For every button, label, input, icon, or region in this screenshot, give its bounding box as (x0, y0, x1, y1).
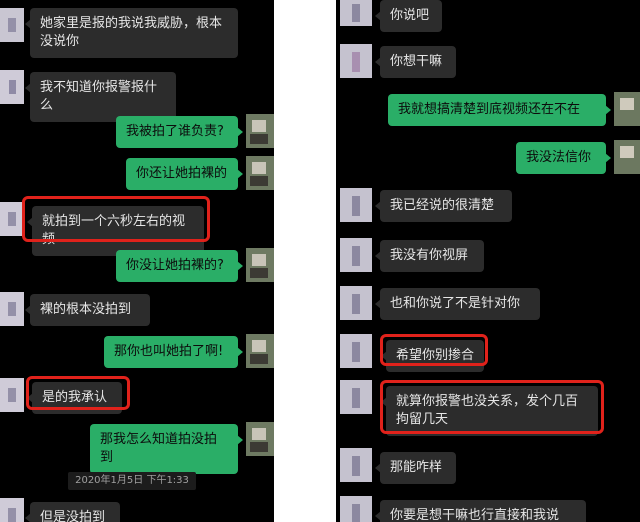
highlight-box (26, 376, 130, 410)
user-avatar[interactable] (246, 422, 274, 456)
highlight-box (22, 196, 210, 242)
message-bubble[interactable]: 那我怎么知道拍没拍到 (90, 424, 243, 474)
right-chat-screenshot: 你说吧 你想干嘛 我就想搞清楚到底视频还在不在 我没法信你 我已经说的很清楚 我… (336, 0, 640, 522)
contact-avatar[interactable] (340, 380, 372, 414)
message-bubble[interactable]: 也和你说了不是针对你 (375, 288, 540, 320)
contact-avatar[interactable] (0, 70, 24, 104)
contact-avatar[interactable] (340, 0, 372, 34)
message-bubble[interactable]: 你想干嘛 (375, 46, 456, 78)
user-avatar[interactable] (246, 248, 274, 282)
contact-avatar[interactable] (340, 286, 372, 320)
left-chat-screenshot: 她家里是报的我说我威胁，根本没说你 我不知道你报警报什么 我被拍了谁负责? 你还… (0, 0, 274, 522)
message-bubble[interactable]: 你说吧 (375, 0, 442, 32)
message-bubble[interactable]: 她家里是报的我说我威胁，根本没说你 (25, 8, 238, 58)
message-bubble[interactable]: 那能咋样 (375, 452, 456, 484)
contact-avatar[interactable] (0, 292, 24, 326)
contact-avatar[interactable] (0, 498, 24, 522)
message-bubble[interactable]: 我不知道你报警报什么 (25, 72, 176, 122)
contact-avatar[interactable] (340, 334, 372, 368)
message-bubble[interactable]: 我就想搞清楚到底视频还在不在 (388, 94, 611, 126)
contact-avatar[interactable] (340, 448, 372, 482)
user-avatar[interactable] (246, 156, 274, 190)
contact-avatar[interactable] (340, 44, 372, 78)
highlight-box (380, 334, 488, 366)
contact-avatar[interactable] (340, 188, 372, 222)
message-bubble[interactable]: 那你也叫她拍了啊! (104, 336, 243, 368)
message-bubble[interactable]: 我没法信你 (516, 142, 611, 174)
user-avatar[interactable] (246, 334, 274, 368)
message-bubble[interactable]: 你没让她拍裸的? (116, 250, 243, 282)
message-bubble[interactable]: 但是没拍到 (25, 502, 120, 522)
message-bubble[interactable]: 我没有你视屏 (375, 240, 484, 272)
message-bubble[interactable]: 裸的根本没拍到 (25, 294, 150, 326)
contact-avatar[interactable] (0, 8, 24, 42)
contact-avatar[interactable] (340, 496, 372, 522)
contact-avatar[interactable] (340, 238, 372, 272)
message-bubble[interactable]: 我已经说的很清楚 (375, 190, 512, 222)
user-avatar[interactable] (614, 140, 640, 174)
message-bubble[interactable]: 你还让她拍裸的 (126, 158, 243, 190)
message-bubble[interactable]: 我被拍了谁负责? (116, 116, 243, 148)
message-bubble[interactable]: 你要是想干嘛也行直接和我说 (375, 500, 586, 522)
highlight-box (380, 380, 604, 434)
contact-avatar[interactable] (0, 202, 24, 236)
timestamp: 2020年1月5日 下午1:33 (68, 472, 196, 490)
user-avatar[interactable] (246, 114, 274, 148)
user-avatar[interactable] (614, 92, 640, 126)
contact-avatar[interactable] (0, 378, 24, 412)
